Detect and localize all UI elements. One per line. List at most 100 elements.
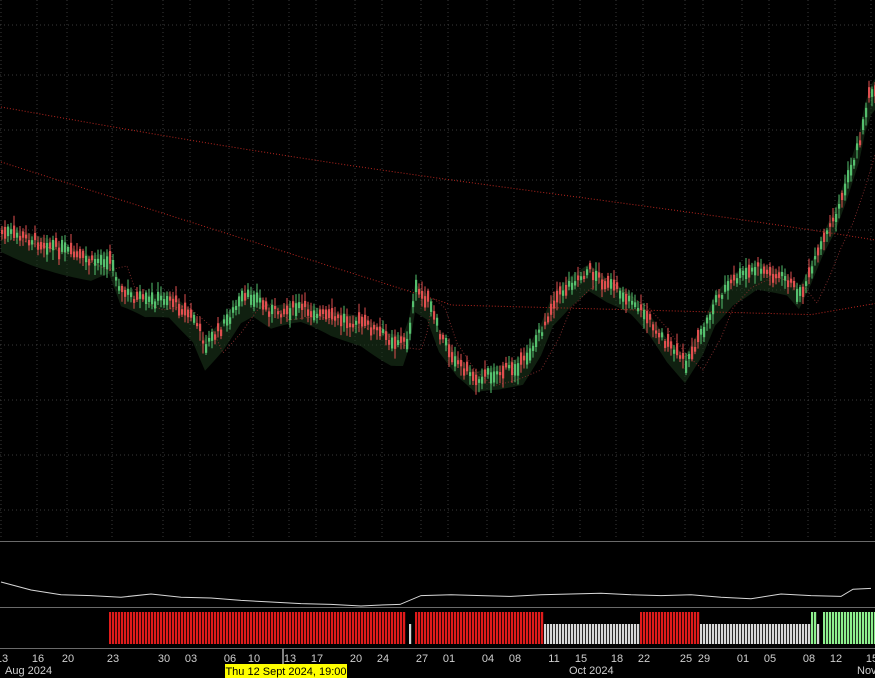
- candle-body: [172, 298, 175, 308]
- candle-body: [634, 302, 637, 308]
- signal-bar: [871, 612, 874, 644]
- candle-body: [37, 242, 40, 250]
- signal-bar: [700, 624, 703, 644]
- signal-bar: [679, 612, 682, 644]
- signal-bar: [175, 612, 178, 644]
- signal-bar: [421, 612, 424, 644]
- signal-bar: [220, 612, 223, 644]
- candle-body: [73, 251, 76, 258]
- candle-body: [208, 337, 211, 342]
- candle-body: [409, 322, 412, 334]
- signal-bar: [166, 612, 169, 644]
- candle-body: [220, 329, 223, 337]
- signal-bar: [181, 612, 184, 644]
- signal-bar: [394, 612, 397, 644]
- time-tick-label: 20: [62, 653, 74, 665]
- signal-bar: [712, 624, 715, 644]
- candle-body: [187, 309, 190, 318]
- candle-body: [346, 316, 349, 329]
- signal-bar: [616, 624, 619, 644]
- signal-bar: [703, 624, 706, 644]
- signal-bar: [352, 612, 355, 644]
- signal-bar: [481, 612, 484, 644]
- signal-bar: [757, 624, 760, 644]
- signal-bar: [865, 612, 868, 644]
- candle-body: [613, 279, 616, 291]
- candle-body: [643, 309, 646, 320]
- candle-body: [595, 270, 598, 281]
- candle-body: [781, 272, 784, 277]
- signal-bar: [223, 612, 226, 644]
- time-tick-label: 25: [680, 653, 692, 665]
- candle-body: [790, 278, 793, 283]
- signal-bar: [574, 624, 577, 644]
- price-chart[interactable]: 13 16 20 23 30 03 06 10 13 17 20 24 27 01 04 08 11 15 18 22…: [0, 0, 875, 678]
- signal-bar: [208, 612, 211, 644]
- time-tick-label: 05: [764, 653, 776, 665]
- candle-body: [832, 217, 835, 222]
- candle-body: [415, 279, 418, 293]
- candle-body: [64, 242, 67, 253]
- signal-bar: [409, 624, 412, 644]
- candle-body: [94, 258, 97, 266]
- candle-body: [376, 327, 379, 331]
- candle-body: [91, 255, 94, 261]
- candle-body: [487, 368, 490, 375]
- candle-body: [310, 311, 313, 318]
- candle-body: [241, 290, 244, 302]
- time-tick-label: 27: [416, 653, 428, 665]
- signal-bar: [778, 624, 781, 644]
- candle-body: [769, 266, 772, 276]
- candle-body: [766, 269, 769, 274]
- candle-body: [361, 316, 364, 327]
- signal-bar: [196, 612, 199, 644]
- candle-body: [757, 262, 760, 267]
- candle-body: [871, 89, 874, 97]
- signal-bar: [586, 624, 589, 644]
- signal-bar: [571, 624, 574, 644]
- candle-body: [586, 269, 589, 276]
- signal-bar: [526, 612, 529, 644]
- signal-bar: [685, 612, 688, 644]
- candle-body: [292, 301, 295, 308]
- signal-bar: [664, 612, 667, 644]
- candle-body: [523, 355, 526, 361]
- signal-bar: [808, 624, 811, 644]
- signal-bar: [520, 612, 523, 644]
- signal-bar: [457, 612, 460, 644]
- candle-body: [550, 303, 553, 315]
- candle-body: [112, 260, 115, 271]
- candle-body: [235, 305, 238, 310]
- signal-bar: [823, 612, 826, 644]
- candle-body: [445, 338, 448, 346]
- candle-body: [673, 349, 676, 354]
- signal-bar: [658, 612, 661, 644]
- signal-bar: [478, 612, 481, 644]
- signal-bar: [373, 612, 376, 644]
- signal-bar: [535, 612, 538, 644]
- candle-body: [139, 291, 142, 299]
- candle-body: [859, 140, 862, 146]
- candle-body: [250, 294, 253, 305]
- candle-body: [1, 229, 4, 234]
- signal-bar: [226, 612, 229, 644]
- candle-body: [727, 281, 730, 291]
- signal-bar: [346, 612, 349, 644]
- candle-body: [166, 296, 169, 306]
- candle-body: [52, 239, 55, 251]
- signal-bar: [787, 624, 790, 644]
- candle-body: [424, 296, 427, 308]
- signal-bar: [598, 624, 601, 644]
- candle-body: [805, 281, 808, 286]
- candle-body: [439, 334, 442, 340]
- candle-body: [751, 267, 754, 272]
- candle-body: [694, 346, 697, 352]
- signal-bar: [211, 612, 214, 644]
- signal-bar: [193, 612, 196, 644]
- candle-body: [82, 250, 85, 258]
- candle-body: [529, 348, 532, 361]
- candle-body: [10, 229, 13, 234]
- signal-bar: [241, 612, 244, 644]
- signal-bar: [829, 612, 832, 644]
- candle-body: [322, 309, 325, 315]
